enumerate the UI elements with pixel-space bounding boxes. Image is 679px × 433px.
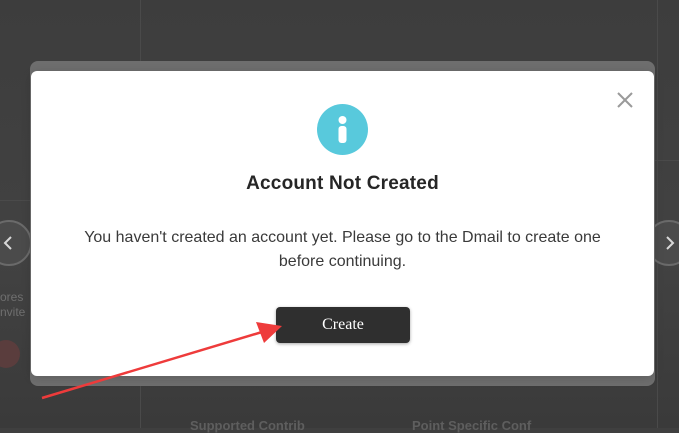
- background-divider: [0, 200, 30, 201]
- dialog-title: Account Not Created: [246, 173, 439, 194]
- chevron-right-icon: [666, 236, 675, 250]
- dialog-message: You haven't created an account yet. Plea…: [84, 229, 601, 270]
- background-text: nvite: [0, 305, 26, 319]
- background-divider: [657, 0, 658, 428]
- close-button[interactable]: [614, 89, 636, 111]
- background-heading: Point Specific Conf: [412, 418, 532, 433]
- close-icon: [617, 92, 633, 108]
- create-button[interactable]: Create: [276, 307, 410, 343]
- background-heading: Supported Contrib: [190, 418, 305, 433]
- background-text: ores: [0, 290, 24, 304]
- chevron-left-icon: [3, 236, 12, 250]
- background-divider: [655, 160, 679, 161]
- info-icon: [317, 104, 368, 155]
- account-not-created-dialog: Account Not Created You haven't created …: [31, 71, 654, 376]
